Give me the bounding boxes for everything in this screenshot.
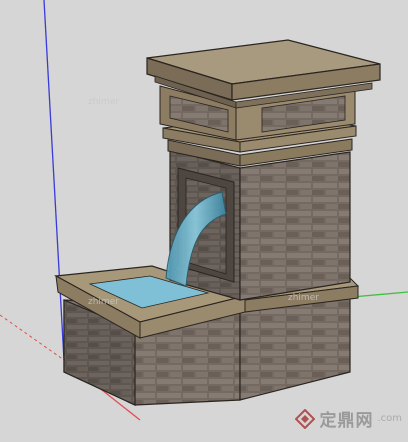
watermark-logo-url: .com [377,413,402,424]
watermark-logo: 定鼎网 .com [295,406,402,431]
watermark-text-1: zhimer [88,97,119,107]
modeling-viewport[interactable]: zhimer zhimer zhimer 定鼎网 .com [0,0,408,437]
logo-icon [295,408,316,429]
watermark-text-2: zhimer [88,297,119,307]
watermark-text-3: zhimer [288,293,319,303]
watermark-logo-text: 定鼎网 [319,411,374,431]
